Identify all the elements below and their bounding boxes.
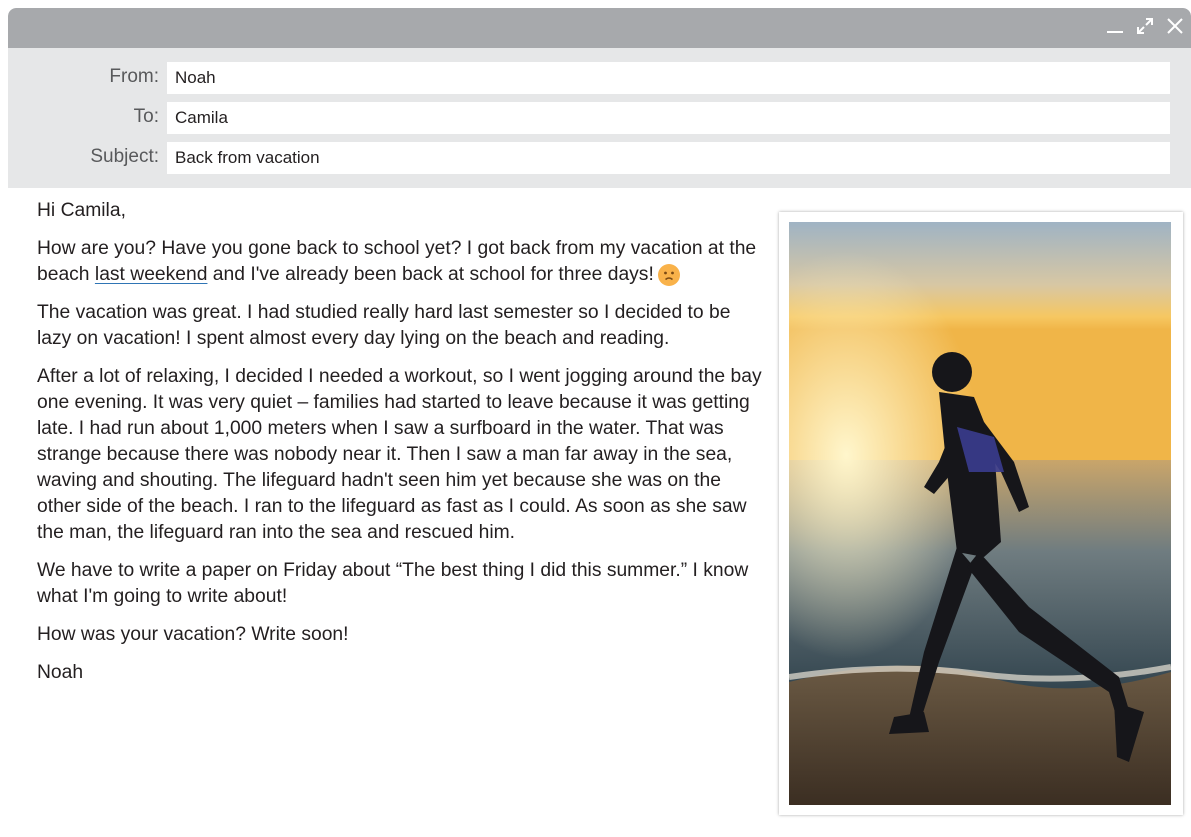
paragraph-5: How was your vacation? Write soon! [37, 624, 349, 645]
last-weekend-link[interactable]: last weekend [95, 264, 208, 285]
paragraph-2: The vacation was great. I had studied re… [37, 302, 731, 349]
from-label: From: [109, 66, 159, 87]
p1-text-after: and I've already been back at school for… [207, 264, 654, 285]
to-label: To: [133, 106, 159, 127]
paragraph-1: How are you? Have you gone back to schoo… [37, 236, 767, 288]
title-bar [8, 8, 1191, 48]
window-controls [1105, 16, 1185, 36]
close-icon[interactable] [1165, 16, 1185, 36]
beach-jogger-photo [789, 222, 1171, 805]
expand-icon[interactable] [1135, 16, 1155, 36]
subject-label: Subject: [90, 146, 159, 167]
sad-face-icon [657, 263, 680, 286]
greeting: Hi Camila, [37, 200, 126, 221]
email-window: From: Noah To: Camila Subject: Back from… [8, 8, 1191, 837]
signature: Noah [37, 662, 84, 683]
to-row: To: Camila [8, 102, 1191, 134]
minimize-icon[interactable] [1105, 16, 1125, 36]
email-header: From: Noah To: Camila Subject: Back from… [8, 48, 1191, 188]
photo-attachment[interactable] [779, 212, 1183, 815]
paragraph-4: We have to write a paper on Friday about… [37, 560, 749, 607]
subject-row: Subject: Back from vacation [8, 142, 1191, 174]
paragraph-3: After a lot of relaxing, I decided I nee… [37, 366, 762, 543]
from-row: From: Noah [8, 62, 1191, 94]
email-body[interactable]: Hi Camila, How are you? Have you gone ba… [37, 198, 767, 698]
subject-field[interactable]: Back from vacation [167, 142, 1170, 174]
to-field[interactable]: Camila [167, 102, 1170, 134]
from-field[interactable]: Noah [167, 62, 1170, 94]
